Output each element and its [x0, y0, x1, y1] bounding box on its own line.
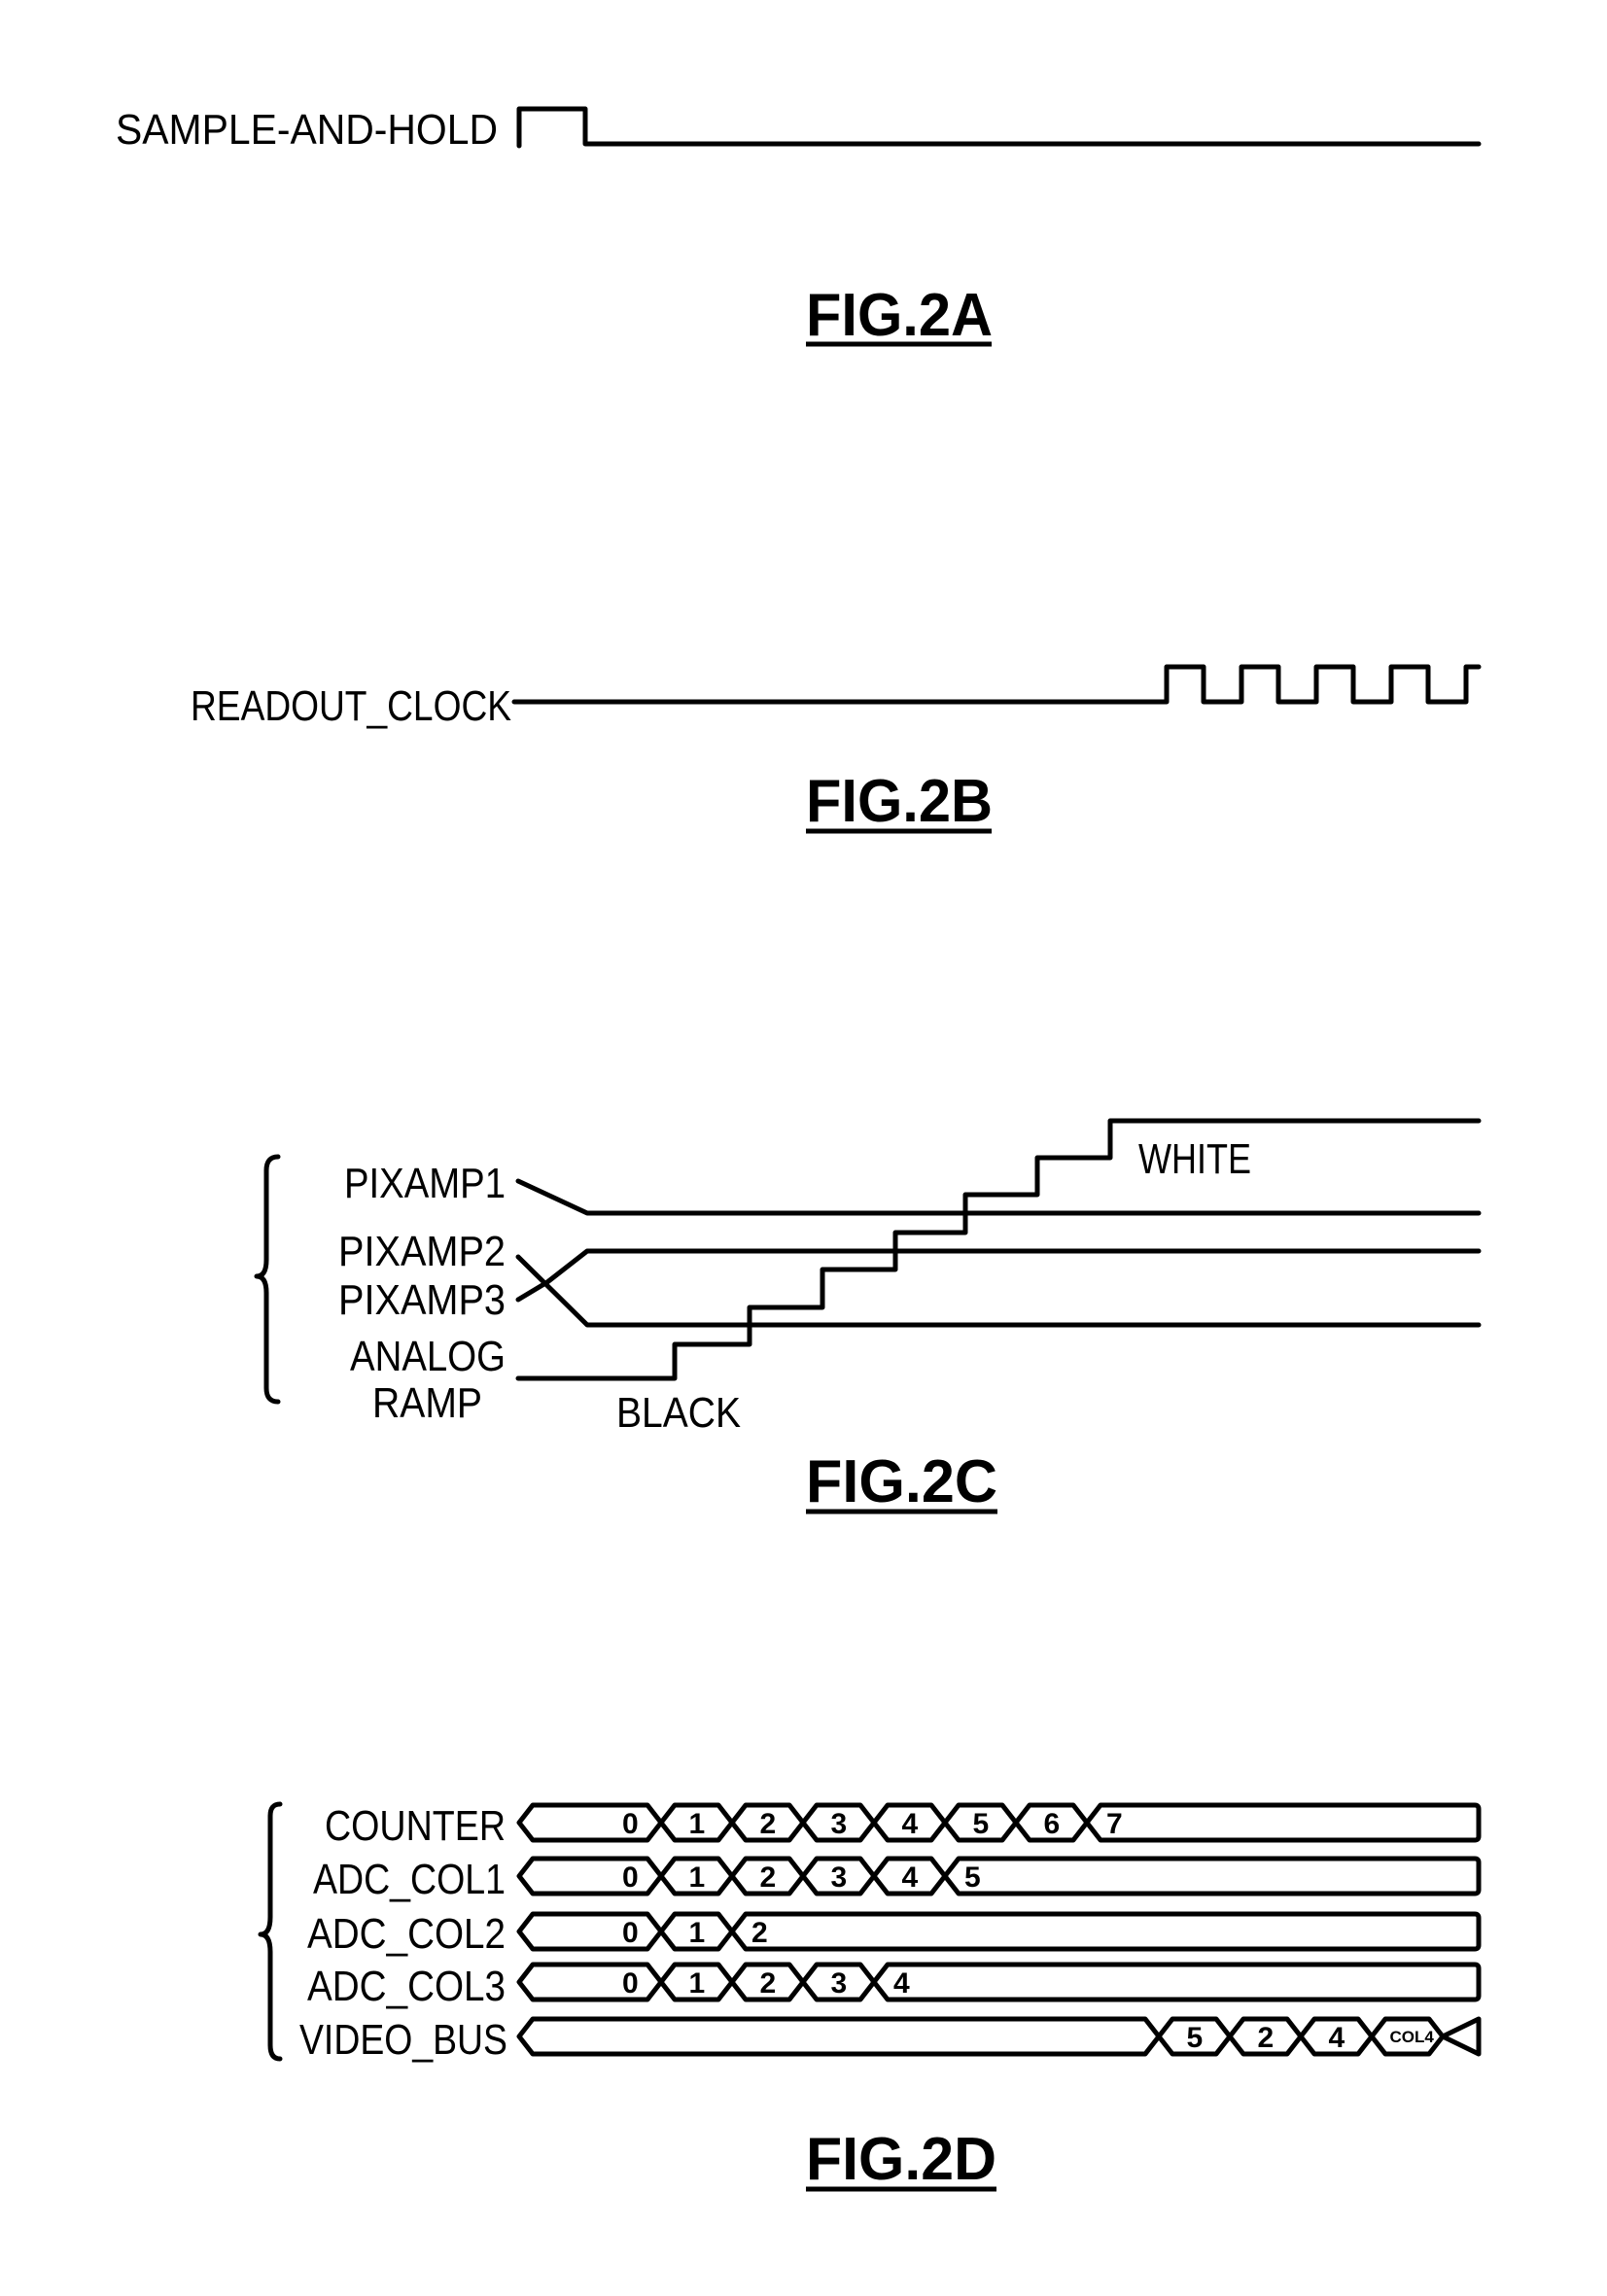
fig-2d-brace: [258, 1801, 283, 2062]
bus-cell: [516, 1802, 664, 1843]
bus-cell-partial: [1440, 2016, 1482, 2057]
bus-cell-value: 7: [1106, 1808, 1123, 1840]
bus-cell-value: 5: [964, 1861, 981, 1894]
bus-cell-value: 6: [1044, 1808, 1061, 1840]
bus-cell-value: 0: [622, 1808, 639, 1840]
bus-cell: [1084, 1802, 1482, 1843]
bus-cell-value: 3: [831, 1861, 848, 1894]
adc-col3-label: ADC_COL3: [307, 1963, 506, 2010]
bus-cell-value: 0: [622, 1917, 639, 1949]
bus-cell-value: 3: [831, 1967, 848, 2000]
black-label: BLACK: [616, 1389, 741, 1437]
bus-cell-value: 4: [893, 1967, 910, 2000]
bus-row-adc-col2: 0 1 2: [516, 1911, 1482, 1952]
readout-clock-label: READOUT_CLOCK: [191, 682, 511, 730]
bus-row-video-bus: 5 2 4 COL4: [516, 2016, 1482, 2057]
bus-cell-value: 3: [831, 1808, 848, 1840]
bus-cell: [871, 1962, 1482, 2002]
bus-row-counter: 0 1 2 3 4 5 6 7: [516, 1802, 1482, 1843]
bus-cell-value: 2: [751, 1917, 768, 1949]
bus-cell-value: 2: [760, 1861, 777, 1894]
bus-cell-value: 1: [689, 1808, 706, 1840]
bus-cell-value: 0: [622, 1861, 639, 1894]
pixamp3-waveform: [515, 1254, 1482, 1328]
bus-cell-value: 2: [760, 1967, 777, 2000]
pixamp3-label: PIXAMP3: [338, 1276, 506, 1324]
fig-2a: SAMPLE-AND-HOLD FIG.2A: [116, 106, 1482, 349]
bus-cell-value: 4: [902, 1861, 919, 1894]
fig-2b-caption: FIG.2B: [806, 768, 993, 835]
bus-cell-value: 2: [1258, 2022, 1275, 2054]
bus-cell-value: 5: [1187, 2022, 1204, 2054]
white-label: WHITE: [1138, 1135, 1251, 1183]
video-bus-label: VIDEO_BUS: [299, 2016, 507, 2064]
fig-2c-brace: [254, 1154, 281, 1405]
bus-cell-value: 4: [1329, 2022, 1345, 2054]
fig-2b: READOUT_CLOCK FIG.2B: [191, 664, 1482, 835]
timing-diagram-sheet: SAMPLE-AND-HOLD FIG.2A READOUT_CLOCK FIG…: [116, 106, 1482, 2193]
sample-and-hold-label: SAMPLE-AND-HOLD: [116, 106, 498, 154]
bus-cell: [516, 1856, 664, 1896]
bus-row-adc-col1: 0 1 2 3 4 5: [516, 1856, 1482, 1896]
bus-cell-value: 1: [689, 1967, 706, 2000]
counter-label: COUNTER: [325, 1802, 506, 1850]
bus-row-adc-col3: 0 1 2 3 4: [516, 1962, 1482, 2002]
bus-cell: [516, 2016, 1162, 2057]
analog-ramp-label-line2: RAMP: [372, 1379, 482, 1427]
adc-col1-label: ADC_COL1: [313, 1856, 506, 1903]
bus-cell-value: 5: [973, 1808, 990, 1840]
bus-cell: [729, 1911, 1482, 1952]
bus-cell-value: 4: [902, 1808, 919, 1840]
sample-and-hold-waveform: [516, 106, 1482, 149]
bus-cell: [516, 1911, 664, 1952]
fig-2c-caption: FIG.2C: [806, 1448, 997, 1515]
pixamp2-waveform: [515, 1248, 1482, 1303]
bus-cell-value: COL4: [1390, 2028, 1435, 2046]
bus-cell-value: 0: [622, 1967, 639, 2000]
readout-clock-waveform: [511, 664, 1482, 705]
fig-2d: COUNTER ADC_COL1 ADC_COL2 ADC_COL3 VIDEO…: [258, 1801, 1482, 2193]
pixamp1-label: PIXAMP1: [344, 1160, 506, 1207]
adc-col2-label: ADC_COL2: [307, 1910, 506, 1958]
bus-cell: [942, 1856, 1482, 1896]
fig-2a-caption: FIG.2A: [806, 282, 993, 349]
pixamp2-label: PIXAMP2: [338, 1228, 506, 1275]
bus-cell-value: 1: [689, 1917, 706, 1949]
bus-cell-value: 1: [689, 1861, 706, 1894]
bus-cell-value: 2: [760, 1808, 777, 1840]
bus-cell: [516, 1962, 664, 2002]
fig-2c: PIXAMP1 PIXAMP2 PIXAMP3 ANALOG RAMP BLAC…: [254, 1118, 1482, 1515]
fig-2d-caption: FIG.2D: [806, 2126, 996, 2193]
analog-ramp-label-line1: ANALOG: [350, 1333, 506, 1380]
